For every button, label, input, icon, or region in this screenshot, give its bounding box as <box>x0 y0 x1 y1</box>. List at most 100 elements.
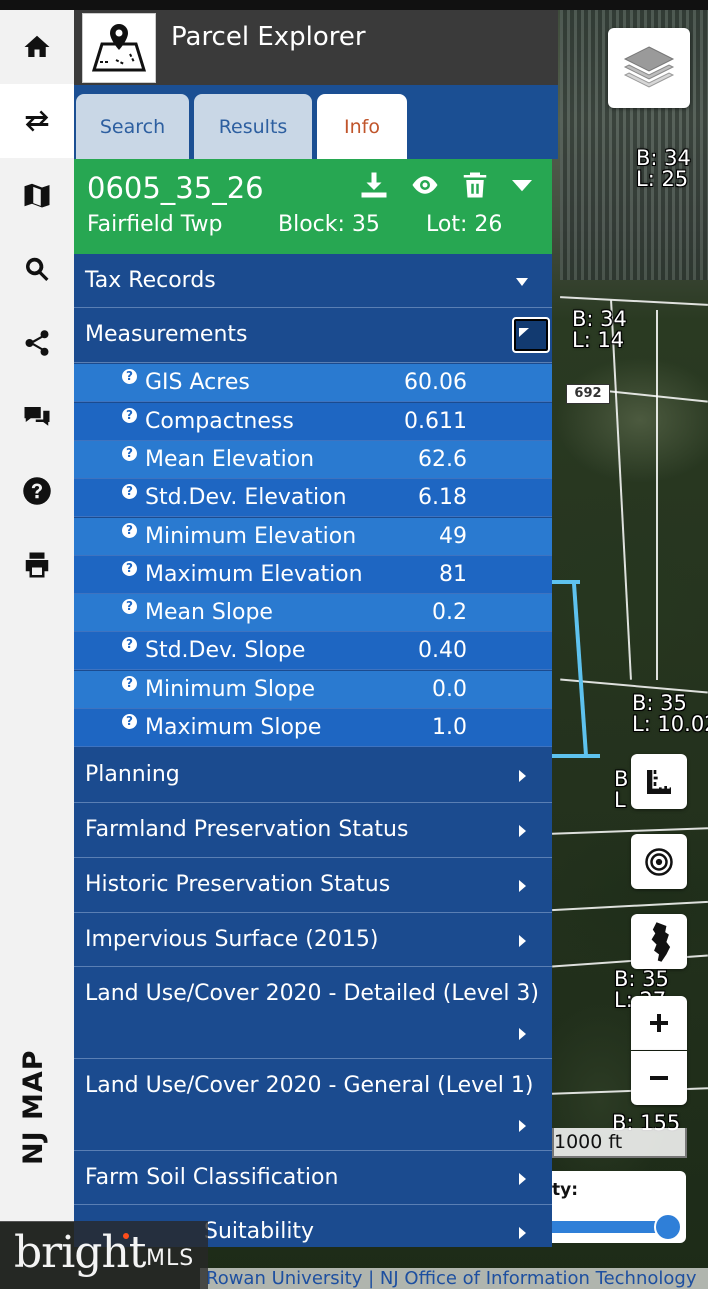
help-circle-icon[interactable]: ? <box>122 408 137 423</box>
opacity-slider-thumb[interactable] <box>654 1213 682 1241</box>
sidebar-home-button[interactable] <box>0 10 74 84</box>
section-tax-records[interactable]: Tax Records <box>74 254 552 308</box>
parcel-menu-button[interactable] <box>507 170 537 200</box>
table-row: ? Maximum Slope 1.0 <box>74 709 552 747</box>
sidebar-search-button[interactable] <box>0 232 74 306</box>
opacity-slider-track[interactable] <box>552 1221 670 1233</box>
measure-label: Mean Slope <box>145 600 273 625</box>
measure-value: 60.06 <box>404 370 467 395</box>
caret-right-icon <box>514 823 530 839</box>
section-land-use-detailed[interactable]: Land Use/Cover 2020 - Detailed (Level 3) <box>74 967 552 1059</box>
help-circle-icon[interactable]: ? <box>122 676 137 691</box>
info-sections: Tax Records Measurements ? GIS Acres 60.06… <box>74 254 552 1247</box>
measure-tool-button[interactable] <box>631 754 687 809</box>
collapse-toggle-button[interactable] <box>512 317 550 353</box>
help-circle-icon[interactable]: ? <box>122 446 137 461</box>
help-circle-icon[interactable]: ? <box>122 599 137 614</box>
locate-button[interactable] <box>631 834 687 889</box>
measure-label: Std.Dev. Slope <box>145 638 306 663</box>
tab-bar: Search Results Info <box>74 85 558 159</box>
section-label: Land Use/Cover 2020 - Detailed (Level 3) <box>85 981 540 1006</box>
table-row: ? Std.Dev. Elevation 6.18 <box>74 479 552 517</box>
table-row: ? Maximum Elevation 81 <box>74 556 552 594</box>
measure-value: 6.18 <box>418 485 467 510</box>
measure-value: 0.611 <box>404 409 467 434</box>
help-circle-icon[interactable]: ? <box>122 523 137 538</box>
section-farm-soil[interactable]: Farm Soil Classification <box>74 1151 552 1205</box>
opacity-label: ty: <box>552 1180 579 1200</box>
download-button[interactable] <box>359 170 389 200</box>
parcel-block: Block: 35 <box>278 212 380 237</box>
swap-icon <box>25 110 49 132</box>
caret-right-icon <box>514 768 530 784</box>
section-impervious-surface[interactable]: Impervious Surface (2015) <box>74 913 552 967</box>
section-label: Measurements <box>85 322 248 347</box>
sidebar-help-button[interactable] <box>0 454 74 528</box>
tab-results[interactable]: Results <box>194 94 312 159</box>
table-row: ? Minimum Slope 0.0 <box>74 671 552 709</box>
selected-parcel-outline <box>552 580 580 584</box>
search-icon <box>25 257 49 281</box>
section-label: Tax Records <box>85 268 216 293</box>
mls-logo-text: MLS <box>146 1246 195 1271</box>
caret-down-icon <box>514 274 530 290</box>
delete-button[interactable] <box>460 170 490 200</box>
layers-button[interactable] <box>608 28 690 108</box>
left-sidebar: NJ MAP <box>0 10 74 1222</box>
parcel-township: Fairfield Twp <box>87 212 223 237</box>
bright-mls-watermark: bright MLS <box>0 1221 208 1289</box>
bright-logo-dot <box>123 1233 129 1239</box>
minus-icon <box>650 1076 668 1080</box>
section-land-use-general[interactable]: Land Use/Cover 2020 - General (Level 1) <box>74 1059 552 1151</box>
caret-right-icon <box>514 1118 530 1134</box>
help-circle-icon[interactable]: ? <box>122 637 137 652</box>
sidebar-map-button[interactable] <box>0 158 74 232</box>
measure-label: Maximum Slope <box>145 715 322 740</box>
sidebar-share-button[interactable] <box>0 306 74 380</box>
section-label: Farm Soil Classification <box>85 1165 339 1190</box>
measure-value: 49 <box>439 524 467 549</box>
sidebar-print-button[interactable] <box>0 528 74 602</box>
table-row: ? Mean Slope 0.2 <box>74 594 552 632</box>
measure-value: 62.6 <box>418 447 467 472</box>
map-icon <box>24 183 50 208</box>
section-planning[interactable]: Planning <box>74 748 552 803</box>
zoom-out-button[interactable] <box>631 1051 687 1105</box>
map-label-b34-l25: B: 34 L: 25 <box>636 146 691 191</box>
zoom-in-button[interactable] <box>631 996 687 1050</box>
map-label-partial: B L <box>614 767 629 812</box>
help-circle-icon[interactable]: ? <box>122 484 137 499</box>
view-button[interactable] <box>410 170 440 200</box>
table-row: ? Mean Elevation 62.6 <box>74 441 552 479</box>
measure-label: Maximum Elevation <box>145 562 363 587</box>
help-circle-icon[interactable]: ? <box>122 369 137 384</box>
sidebar-chat-button[interactable] <box>0 380 74 454</box>
trash-icon <box>463 172 487 198</box>
nj-extent-button[interactable] <box>631 914 687 969</box>
help-circle-icon[interactable]: ? <box>122 714 137 729</box>
measure-label: Std.Dev. Elevation <box>145 485 347 510</box>
new-jersey-icon <box>651 921 671 962</box>
table-row: ? GIS Acres 60.06 <box>74 364 552 402</box>
section-label: Suitability <box>204 1219 315 1244</box>
layers-icon <box>623 46 675 88</box>
parcel-boundary <box>560 296 708 306</box>
plus-icon <box>650 1014 668 1032</box>
section-historic-preservation[interactable]: Historic Preservation Status <box>74 858 552 913</box>
sidebar-swap-button[interactable] <box>0 84 74 158</box>
parcel-id: 0605_35_26 <box>87 171 264 205</box>
measure-label: Minimum Slope <box>145 677 315 702</box>
measure-label: Minimum Elevation <box>145 524 357 549</box>
tab-search[interactable]: Search <box>76 94 189 159</box>
section-label: Impervious Surface (2015) <box>85 927 379 952</box>
caret-right-icon <box>514 878 530 894</box>
map-attribution[interactable]: Rowan University | NJ Office of Informat… <box>200 1268 708 1289</box>
section-label: Land Use/Cover 2020 - General (Level 1) <box>85 1073 534 1098</box>
section-farmland-preservation[interactable]: Farmland Preservation Status <box>74 803 552 858</box>
help-circle-icon[interactable]: ? <box>122 561 137 576</box>
section-measurements[interactable]: Measurements <box>74 308 552 363</box>
opacity-control: ty: <box>552 1171 686 1243</box>
measure-label: GIS Acres <box>145 370 250 395</box>
tab-info[interactable]: Info <box>317 94 407 159</box>
map-label-b34-l14: B: 34 L: 14 <box>572 307 627 352</box>
